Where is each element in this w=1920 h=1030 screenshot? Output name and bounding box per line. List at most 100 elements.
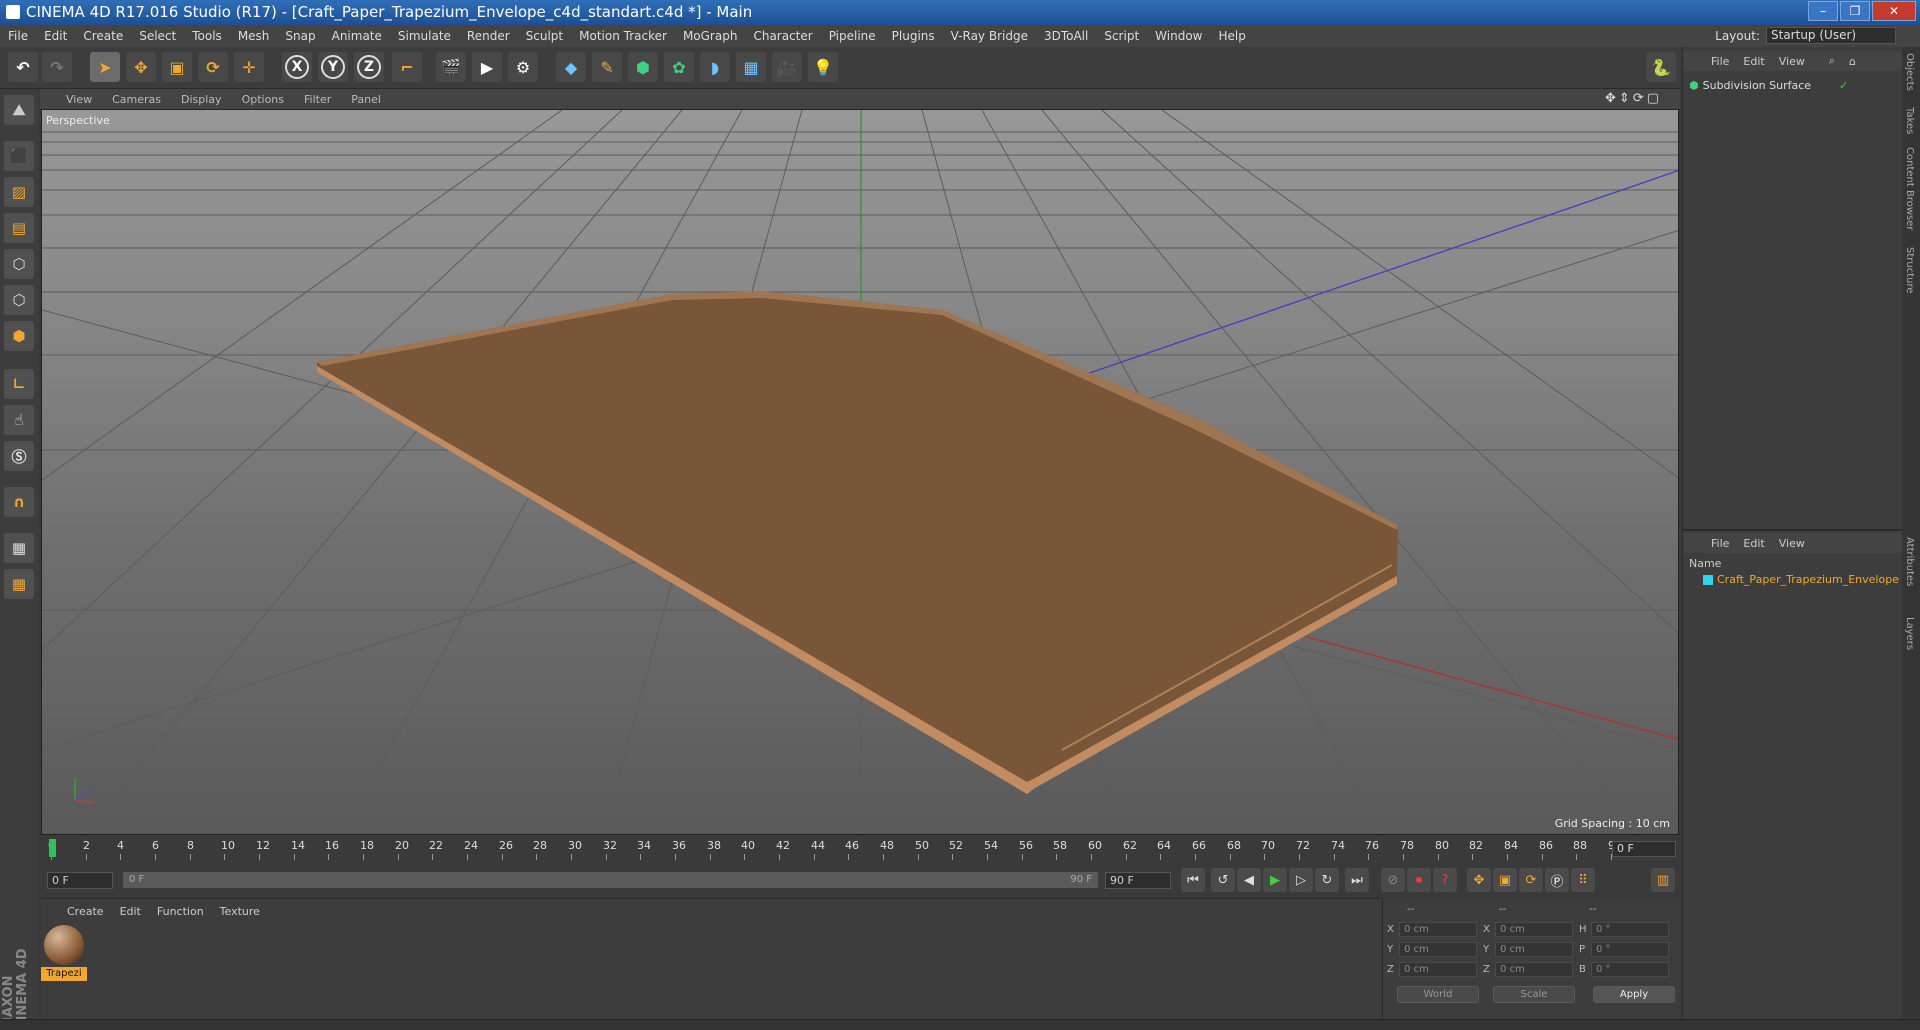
layout-select[interactable]: Startup (User) [1766, 27, 1896, 44]
light-icon[interactable]: 💡 [808, 52, 838, 82]
layer-menu-edit[interactable]: Edit [1743, 537, 1764, 550]
keyframe-selection-icon[interactable]: ? [1433, 868, 1457, 892]
auto-key-icon[interactable]: ⏺ [1407, 868, 1431, 892]
obj-menu-view[interactable]: View [1779, 55, 1805, 68]
object-row-subdivision[interactable]: ⬢ Subdivision Surface ✓ [1689, 77, 1848, 94]
layer-menu-view[interactable]: View [1779, 537, 1805, 550]
menu-animate[interactable]: Animate [332, 29, 382, 43]
tab-content-browser[interactable]: Content Browser [1904, 147, 1915, 230]
frame-range-slider[interactable]: 0 F 90 F [123, 872, 1098, 888]
x-axis-lock-icon[interactable]: X [282, 52, 312, 82]
mat-menu-edit[interactable]: Edit [120, 905, 141, 918]
z-axis-lock-icon[interactable]: Z [354, 52, 384, 82]
redo-icon[interactable]: ↷ [42, 52, 72, 82]
workplane-mode-icon[interactable]: ▤ [4, 213, 34, 243]
vp-menu-cameras[interactable]: Cameras [112, 93, 161, 106]
y-axis-lock-icon[interactable]: Y [318, 52, 348, 82]
deformer-icon[interactable]: ◗ [700, 52, 730, 82]
record-keys-icon[interactable]: ⊘ [1381, 868, 1405, 892]
viewport-nav-icons[interactable]: ✥⇕⟳▢ [1605, 91, 1662, 106]
render-settings-icon[interactable]: ⚙ [508, 52, 538, 82]
menu-simulate[interactable]: Simulate [398, 29, 451, 43]
axis-mode-icon[interactable]: ∟ [4, 369, 34, 399]
go-to-start-icon[interactable]: ⏮ [1181, 868, 1205, 892]
next-key-icon[interactable]: ↻ [1315, 868, 1339, 892]
envelope-model[interactable] [317, 291, 1398, 794]
menu-sculpt[interactable]: Sculpt [526, 29, 563, 43]
position-x-field[interactable]: 0 cm [1399, 922, 1477, 937]
size-z-field[interactable]: 0 cm [1495, 962, 1573, 977]
vp-menu-view[interactable]: View [66, 93, 92, 106]
position-y-field[interactable]: 0 cm [1399, 942, 1477, 957]
key-position-icon[interactable]: ✥ [1467, 868, 1491, 892]
vp-menu-filter[interactable]: Filter [304, 93, 331, 106]
end-frame-field[interactable]: 90 F [1105, 872, 1171, 889]
obj-menu-edit[interactable]: Edit [1743, 55, 1764, 68]
size-x-field[interactable]: 0 cm [1495, 922, 1573, 937]
vp-menu-display[interactable]: Display [181, 93, 222, 106]
menu-create[interactable]: Create [83, 29, 123, 43]
current-frame-field[interactable]: 0 F [1612, 841, 1676, 857]
minimize-button[interactable]: – [1808, 1, 1838, 21]
select-arrow-icon[interactable]: ➤ [90, 52, 120, 82]
position-z-field[interactable]: 0 cm [1399, 962, 1477, 977]
layer-row[interactable]: Craft_Paper_Trapezium_Envelope [1703, 571, 1899, 588]
start-frame-field[interactable]: 0 F [47, 872, 113, 889]
snap-magnet-icon[interactable]: ∩ [4, 487, 34, 517]
key-scale-icon[interactable]: ▣ [1493, 868, 1517, 892]
python-icon[interactable]: 🐍 [1646, 52, 1676, 82]
menu-character[interactable]: Character [753, 29, 812, 43]
obj-menu-file[interactable]: File [1711, 55, 1729, 68]
menu-edit[interactable]: Edit [44, 29, 67, 43]
visibility-check-icon[interactable]: ✓ [1839, 79, 1848, 92]
lock-workplane-icon[interactable]: ▦ [4, 533, 34, 563]
home-icon[interactable]: ⌂ [1849, 55, 1856, 68]
vp-menu-panel[interactable]: Panel [351, 93, 381, 106]
edges-mode-icon[interactable]: ⬡ [4, 285, 34, 315]
go-to-end-icon[interactable]: ⏭ [1345, 868, 1369, 892]
perspective-viewport[interactable]: Perspective Grid Spacing : 10 cm [41, 109, 1679, 835]
object-name[interactable]: Subdivision Surface [1703, 79, 1811, 92]
menu-snap[interactable]: Snap [285, 29, 315, 43]
mat-menu-texture[interactable]: Texture [220, 905, 260, 918]
menu-pipeline[interactable]: Pipeline [829, 29, 876, 43]
world-dropdown[interactable]: World [1397, 986, 1479, 1003]
menu-script[interactable]: Script [1104, 29, 1139, 43]
rotation-p-field[interactable]: 0 ° [1591, 942, 1669, 957]
play-icon[interactable]: ▶ [1263, 868, 1287, 892]
render-picture-viewer-icon[interactable]: ▶ [472, 52, 502, 82]
menu-vray-bridge[interactable]: V-Ray Bridge [951, 29, 1028, 43]
tab-takes[interactable]: Takes [1904, 107, 1915, 134]
tab-objects[interactable]: Objects [1904, 53, 1915, 91]
tweak-mode-icon[interactable]: ☝ [4, 405, 34, 435]
polygons-mode-icon[interactable]: ⬢ [4, 321, 34, 351]
vp-menu-options[interactable]: Options [242, 93, 284, 106]
cloner-icon[interactable]: ✿ [664, 52, 694, 82]
tab-attributes[interactable]: Attributes [1904, 537, 1915, 586]
points-mode-icon[interactable]: ⬡ [4, 249, 34, 279]
playhead-marker[interactable] [49, 839, 56, 857]
rotate-icon[interactable]: ⟳ [198, 52, 228, 82]
prev-key-icon[interactable]: ↺ [1211, 868, 1235, 892]
planar-workplane-icon[interactable]: ▦ [4, 569, 34, 599]
tab-layers[interactable]: Layers [1904, 617, 1915, 650]
menu-mograph[interactable]: MoGraph [683, 29, 738, 43]
spline-pen-icon[interactable]: ✎ [592, 52, 622, 82]
menu-mesh[interactable]: Mesh [238, 29, 270, 43]
rotation-h-field[interactable]: 0 ° [1591, 922, 1669, 937]
transform-icon[interactable]: ✛ [234, 52, 264, 82]
render-view-icon[interactable]: 🎬 [436, 52, 466, 82]
mat-menu-function[interactable]: Function [157, 905, 204, 918]
solo-mode-icon[interactable]: Ⓢ [4, 441, 34, 471]
scale-icon[interactable]: ▣ [162, 52, 192, 82]
layer-menu-file[interactable]: File [1711, 537, 1729, 550]
maximize-button[interactable]: ❐ [1840, 1, 1870, 21]
material-preview[interactable] [44, 925, 84, 965]
search-icon[interactable]: ⌕ [1829, 54, 1835, 68]
menu-tools[interactable]: Tools [192, 29, 222, 43]
close-button[interactable]: ✕ [1872, 1, 1916, 21]
menu-plugins[interactable]: Plugins [892, 29, 935, 43]
undo-icon[interactable]: ↶ [8, 52, 38, 82]
key-param-icon[interactable]: Ⓟ [1545, 868, 1569, 892]
mat-menu-create[interactable]: Create [67, 905, 104, 918]
